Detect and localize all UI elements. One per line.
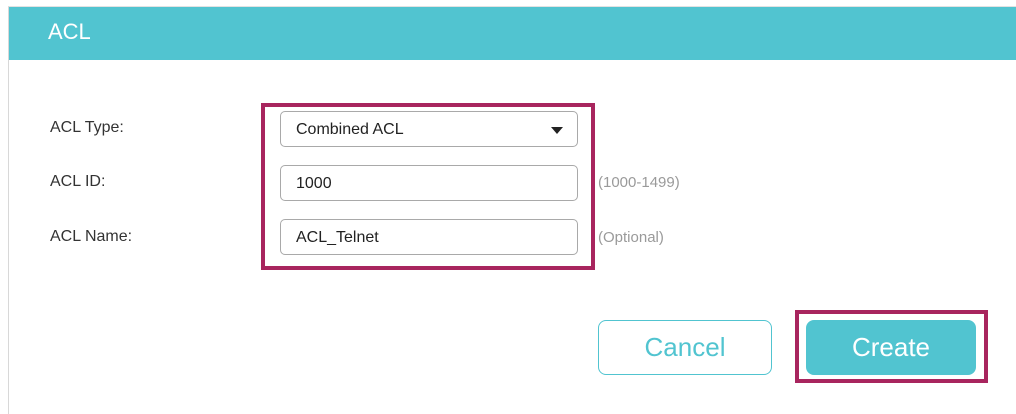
panel-header: ACL bbox=[9, 7, 1016, 60]
acl-name-hint: (Optional) bbox=[598, 229, 664, 246]
acl-id-hint: (1000-1499) bbox=[598, 174, 680, 191]
acl-type-label: ACL Type: bbox=[50, 119, 124, 136]
acl-name-label: ACL Name: bbox=[50, 228, 133, 245]
cancel-button[interactable]: Cancel bbox=[598, 320, 772, 375]
panel-title: ACL bbox=[48, 19, 91, 44]
acl-id-label: ACL ID: bbox=[50, 173, 106, 190]
create-button[interactable]: Create bbox=[806, 320, 976, 375]
fields-highlight-box bbox=[261, 103, 595, 270]
